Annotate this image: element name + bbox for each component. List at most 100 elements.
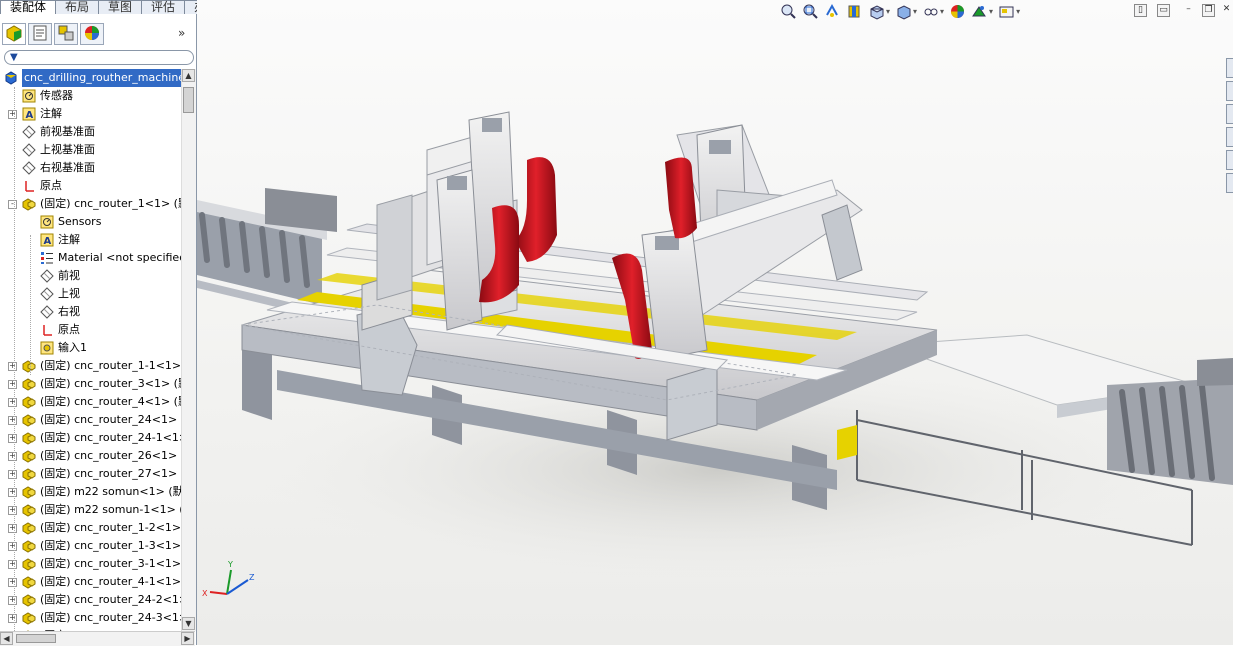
view-orientation-icon[interactable] [868,3,885,20]
h-scroll-thumb[interactable] [16,634,56,643]
tree-item[interactable]: + (固定) cnc_router_3<1> (默 [0,375,181,393]
hide-show-items-icon[interactable] [922,3,939,20]
section-view-icon[interactable] [846,3,863,20]
display-style-icon[interactable] [895,3,912,20]
minimize-icon[interactable]: – [1182,4,1195,17]
apply-scene-icon[interactable] [971,3,988,20]
task-pane-tab-file-explorer[interactable] [1226,104,1233,124]
dropdown-arrow-icon[interactable]: ▾ [886,7,890,16]
tree-item-label: 前视 [58,269,80,282]
collapse-icon[interactable]: - [8,200,17,209]
dropdown-arrow-icon[interactable]: ▾ [989,7,993,16]
tree-item[interactable]: 上视 [0,285,181,303]
expand-icon[interactable]: + [8,542,17,551]
sensor-icon [22,89,36,103]
tree-item[interactable]: + (固定) cnc_router_24-2<1> [0,591,181,609]
expand-panel-icon[interactable]: » [178,26,185,40]
scroll-up-icon[interactable]: ▲ [182,69,195,82]
restore-icon[interactable]: ❐ [1202,4,1215,17]
previous-view-icon[interactable] [824,3,841,20]
tree-item[interactable]: + (固定) cnc_router_4-1<1> ( [0,573,181,591]
task-pane-tab-view-palette[interactable] [1226,127,1233,147]
tree-item[interactable]: + A 注解 [0,105,181,123]
expand-icon[interactable]: + [8,578,17,587]
expand-icon[interactable]: + [8,398,17,407]
tree-item[interactable]: + (固定) cnc_router_3-1<1> ( [0,555,181,573]
tree-item[interactable]: Sensors [0,213,181,231]
expand-icon[interactable]: + [8,452,17,461]
tree-item[interactable]: 传感器 [0,87,181,105]
expand-icon[interactable]: + [8,470,17,479]
view-settings-icon[interactable] [998,3,1015,20]
task-pane-tab-design-library[interactable] [1226,81,1233,101]
property-manager-tab[interactable] [28,23,52,45]
tree-item[interactable]: + (固定) m22 somun-1<1> (默 [0,501,181,519]
expand-icon[interactable]: + [8,506,17,515]
tree-vertical-scrollbar[interactable]: ▲ ▼ [181,69,196,631]
expand-icon[interactable]: + [8,596,17,605]
dropdown-arrow-icon[interactable]: ▾ [940,7,944,16]
expand-icon[interactable]: + [8,434,17,443]
tree-item-label: (固定) m22 somun<1> (默认 [40,485,181,498]
graphics-viewport[interactable]: X Y Z ▾ ▾ ▾ ▾ ▾ [197,0,1233,645]
scroll-thumb[interactable] [183,87,194,113]
expand-icon[interactable]: + [8,560,17,569]
tree-item[interactable]: + (固定) cnc_router_24-1<1> [0,429,181,447]
part-icon [22,197,36,211]
expand-icon[interactable]: + [8,362,17,371]
expand-icon[interactable]: + [8,110,17,119]
tree-item[interactable]: cnc_drilling_routher_machine (默 [0,69,181,87]
tree-item[interactable]: + (固定) cnc_router_1-3<1> ( [0,537,181,555]
tab-0[interactable]: 装配体 [0,0,57,14]
tree-item[interactable]: Material <not specified> [0,249,181,267]
tree-item[interactable]: - (固定) cnc_router_1<1> (默 [0,195,181,213]
expand-icon[interactable]: + [8,524,17,533]
tree-item[interactable]: 前视 [0,267,181,285]
tree-item[interactable]: + (固定) cnc_router_24-3<1> [0,609,181,627]
edit-appearance-icon[interactable] [949,3,966,20]
tree-item[interactable]: 前视基准面 [0,123,181,141]
filter-field[interactable]: ▼ [4,50,194,65]
tree-item[interactable]: + (固定) m22 somun<1> (默认 [0,483,181,501]
tree-item[interactable]: 原点 [0,321,181,339]
configuration-manager-tab[interactable] [54,23,78,45]
expand-icon[interactable]: + [8,380,17,389]
tree-item[interactable]: + (固定) cnc_router_24<1> ( [0,411,181,429]
zoom-to-area-icon[interactable] [802,3,819,20]
tab-2[interactable]: 草图 [98,0,143,14]
tile-horizontal-icon[interactable]: ▯ [1134,4,1147,17]
tree-item[interactable]: + (固定) cnc_router_4<1> (默 [0,393,181,411]
expand-icon[interactable]: + [8,416,17,425]
task-pane-tab-custom-properties[interactable] [1226,173,1233,193]
dropdown-arrow-icon[interactable]: ▾ [913,7,917,16]
tree-item[interactable]: A 注解 [0,231,181,249]
scroll-right-icon[interactable]: ▶ [181,632,194,645]
display-manager-tab[interactable] [80,23,104,45]
tile-vertical-icon[interactable]: ▭ [1157,4,1170,17]
sensor-icon [40,215,54,229]
tab-1[interactable]: 布局 [55,0,100,14]
scroll-left-icon[interactable]: ◀ [0,632,13,645]
dropdown-arrow-icon[interactable]: ▾ [1016,7,1020,16]
tree-item[interactable]: 右视基准面 [0,159,181,177]
scroll-down-icon[interactable]: ▼ [182,617,195,630]
task-pane-tab-resources[interactable] [1226,58,1233,78]
part-icon [22,557,36,571]
task-pane-tab-appearances[interactable] [1226,150,1233,170]
tab-3[interactable]: 评估 [141,0,186,14]
tree-item[interactable]: 右视 [0,303,181,321]
tree-item[interactable]: + (固定) cnc_router_1-2<1> ( [0,519,181,537]
tree-item[interactable]: + (固定) cnc_router_1-1<1> ( [0,357,181,375]
tree-item[interactable]: 输入1 [0,339,181,357]
zoom-to-fit-icon[interactable] [780,3,797,20]
expand-icon[interactable]: + [8,488,17,497]
close-icon[interactable]: ✕ [1220,4,1233,17]
feature-manager-tab[interactable] [2,23,26,45]
tree-item[interactable]: + (固定) cnc_router_26<1> ( [0,447,181,465]
tree-item[interactable]: + (固定) cnc_router_27<1> ( [0,465,181,483]
tree-item[interactable]: 原点 [0,177,181,195]
tree-horizontal-scrollbar[interactable]: ◀ ▶ [0,631,195,646]
expand-icon[interactable]: + [8,614,17,623]
tree-item[interactable]: 上视基准面 [0,141,181,159]
machine-model [197,111,1233,580]
